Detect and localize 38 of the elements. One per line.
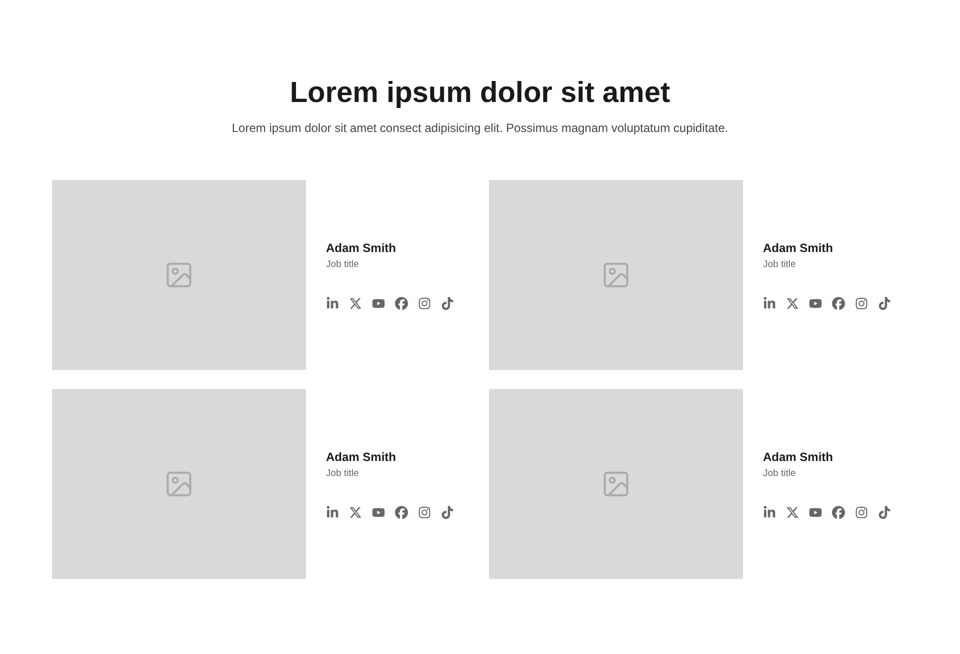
youtube-icon[interactable] xyxy=(809,296,822,310)
member-name: Adam Smith xyxy=(326,450,398,464)
member-role: Job title xyxy=(326,468,360,480)
linkedin-icon[interactable] xyxy=(326,296,339,310)
facebook-icon[interactable] xyxy=(832,506,845,518)
member-role: Job title xyxy=(763,258,797,270)
member-name: Adam Smith xyxy=(763,240,834,256)
section-title: Lorem ipsum dolor sit amet xyxy=(290,76,670,111)
x-icon[interactable] xyxy=(786,506,799,518)
image-icon xyxy=(601,260,631,290)
linkedin-icon[interactable] xyxy=(326,506,339,518)
x-icon[interactable] xyxy=(349,296,362,310)
youtube-icon[interactable] xyxy=(809,506,822,518)
image-icon xyxy=(164,469,194,499)
facebook-icon[interactable] xyxy=(395,296,408,310)
youtube-icon[interactable] xyxy=(372,506,385,518)
linkedin-icon[interactable] xyxy=(763,506,776,518)
tiktok-icon[interactable] xyxy=(441,296,454,310)
image-icon xyxy=(601,469,631,499)
member-name: Adam Smith xyxy=(326,240,398,256)
x-icon[interactable] xyxy=(786,296,799,310)
member-name: Adam Smith xyxy=(763,450,834,464)
instagram-icon[interactable] xyxy=(855,296,868,310)
tiktok-icon[interactable] xyxy=(441,506,454,518)
instagram-icon[interactable] xyxy=(855,506,868,518)
tiktok-icon[interactable] xyxy=(878,296,891,310)
member-role: Job title xyxy=(763,468,797,480)
instagram-icon[interactable] xyxy=(418,296,431,310)
member-role: Job title xyxy=(326,258,360,270)
youtube-icon[interactable] xyxy=(372,296,385,310)
tiktok-icon[interactable] xyxy=(878,506,891,518)
instagram-icon[interactable] xyxy=(418,506,431,518)
facebook-icon[interactable] xyxy=(832,296,845,310)
facebook-icon[interactable] xyxy=(395,506,408,518)
x-icon[interactable] xyxy=(349,506,362,518)
linkedin-icon[interactable] xyxy=(763,296,776,310)
image-icon xyxy=(164,260,194,290)
section-subtitle: Lorem ipsum dolor sit amet consect adipisicing elit. Possimus magnam voluptatum cupiditate. xyxy=(232,120,728,136)
